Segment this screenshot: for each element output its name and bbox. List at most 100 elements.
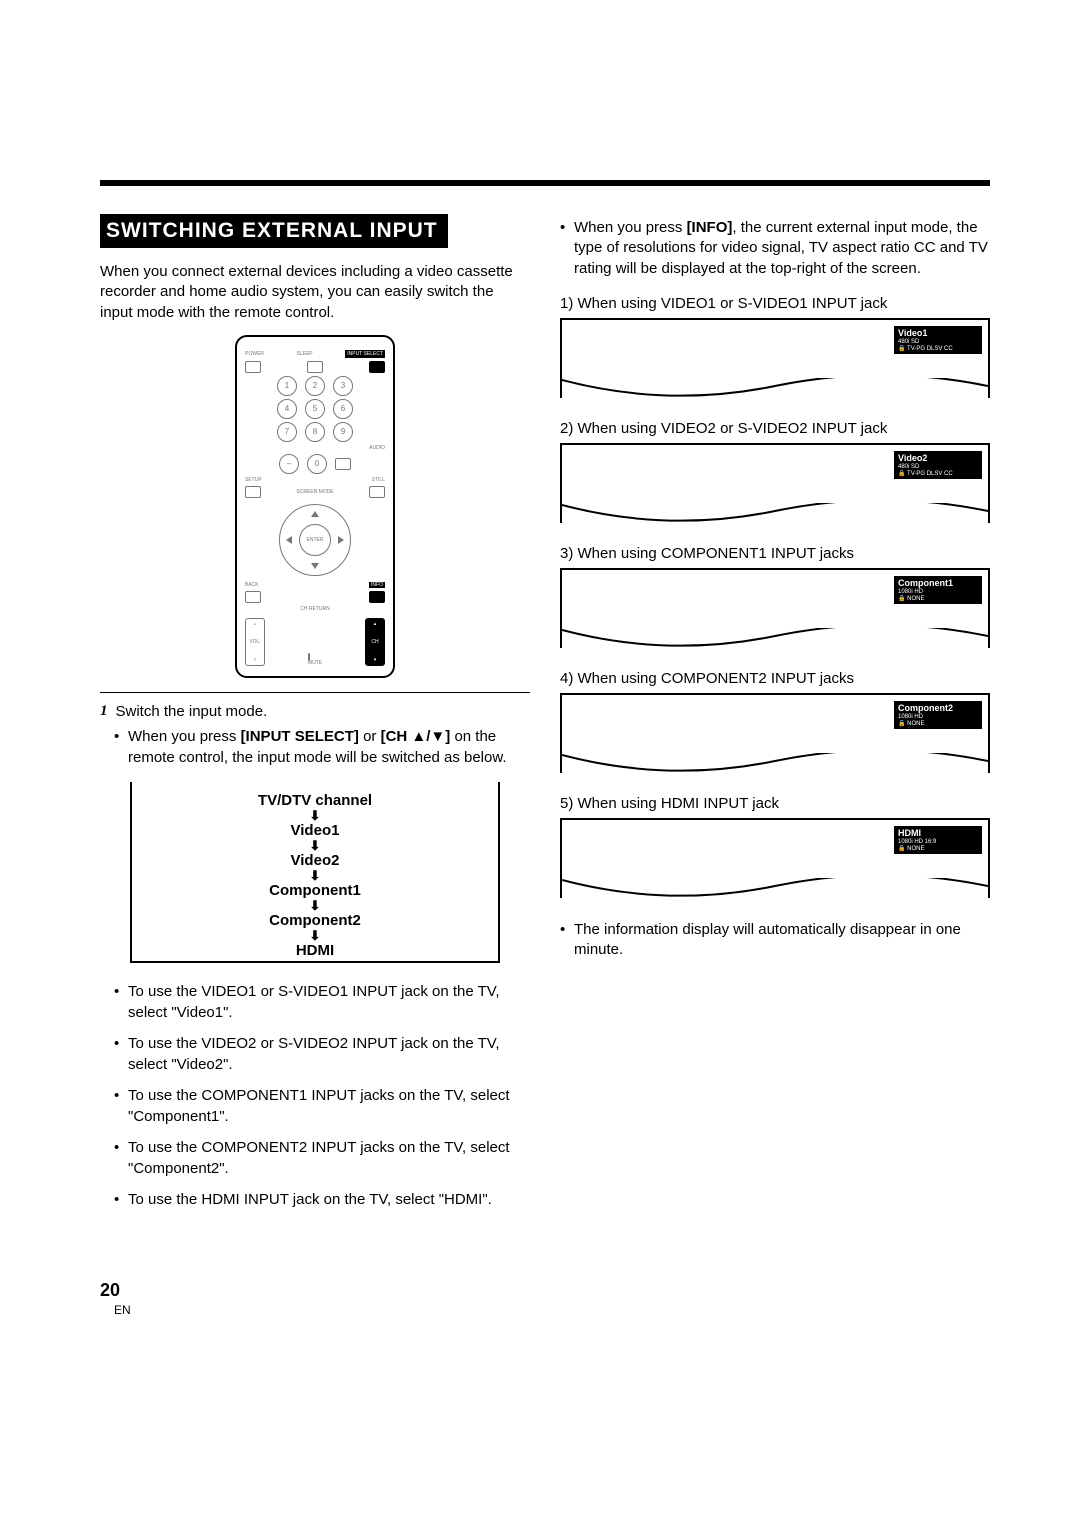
auto-disappear-note: The information display will automatical…	[560, 920, 990, 961]
osd-overlay: Video2 480i SD 🔒 TV-PG DLSV CC	[894, 451, 982, 479]
osd-title: Component2	[898, 703, 978, 713]
volume-rocker-icon: ▵VOL.▿	[245, 618, 265, 666]
dpad-down-icon	[311, 563, 319, 569]
down-arrow-icon: ⬇	[132, 929, 498, 942]
osd-line2: 🔒 TV-PG DLSV CC	[898, 470, 978, 477]
enter-button-icon: ENTER	[299, 524, 331, 556]
osd-line2: 🔒 NONE	[898, 720, 978, 727]
wave-cut-icon	[562, 503, 988, 525]
digit-9-icon: 9	[333, 422, 353, 442]
dpad-icon: ENTER	[279, 504, 351, 576]
case-label: 1) When using VIDEO1 or S-VIDEO1 INPUT j…	[560, 295, 990, 312]
right-column: When you press [INFO], the current exter…	[560, 214, 990, 1220]
step-1: 1 Switch the input mode.	[100, 703, 530, 720]
power-label: POWER	[245, 351, 264, 357]
manual-page: SWITCHING EXTERNAL INPUT When you connec…	[0, 0, 1080, 1377]
screen-preview: Video1 480i SD 🔒 TV-PG DLSV CC	[560, 318, 990, 398]
screen-preview: Video2 480i SD 🔒 TV-PG DLSV CC	[560, 443, 990, 523]
wave-cut-icon	[562, 378, 988, 400]
osd-overlay: Component2 1080i HD 🔒 NONE	[894, 701, 982, 729]
wave-cut-icon	[562, 628, 988, 650]
usage-bullet: To use the COMPONENT2 INPUT jacks on the…	[114, 1137, 530, 1179]
case-label: 3) When using COMPONENT1 INPUT jacks	[560, 545, 990, 562]
input-select-label: INPUT SELECT	[345, 350, 385, 358]
usage-bullet: To use the VIDEO1 or S-VIDEO1 INPUT jack…	[114, 981, 530, 1023]
digit-6-icon: 6	[333, 399, 353, 419]
power-button-icon	[245, 361, 261, 373]
intro-text: When you connect external devices includ…	[100, 262, 530, 323]
info-instruction: When you press [INFO], the current exter…	[560, 218, 990, 279]
usage-bullet: To use the HDMI INPUT jack on the TV, se…	[114, 1189, 530, 1210]
osd-overlay: Component1 1080i HD 🔒 NONE	[894, 576, 982, 604]
section-title: SWITCHING EXTERNAL INPUT	[100, 214, 448, 248]
dpad-up-icon	[311, 511, 319, 517]
osd-title: Video1	[898, 328, 978, 338]
note-text: The information display will automatical…	[560, 920, 990, 961]
info-button-icon	[369, 591, 385, 603]
page-footer: 20 EN	[100, 1280, 990, 1317]
still-label: STILL	[372, 477, 385, 483]
input-mode-flowchart: TV/DTV channel ⬇ Video1 ⬇ Video2 ⬇ Compo…	[130, 782, 500, 963]
osd-title: Video2	[898, 453, 978, 463]
page-number: 20	[100, 1280, 120, 1300]
step-number: 1	[100, 703, 108, 720]
info-label: INFO	[369, 582, 385, 588]
down-arrow-icon: ⬇	[132, 839, 498, 852]
left-column: SWITCHING EXTERNAL INPUT When you connec…	[100, 214, 530, 1220]
top-rule	[100, 180, 990, 186]
digit-4-icon: 4	[277, 399, 297, 419]
osd-line2: 🔒 TV-PG DLSV CC	[898, 345, 978, 352]
osd-line2: 🔒 NONE	[898, 595, 978, 602]
dpad-right-icon	[338, 536, 344, 544]
setup-button-icon	[245, 486, 261, 498]
wave-cut-icon	[562, 878, 988, 900]
info-bullet: When you press [INFO], the current exter…	[560, 218, 990, 279]
flow-node: Component2	[132, 912, 498, 929]
screen-preview: HDMI 1080i HD 16:9 🔒 NONE	[560, 818, 990, 898]
screen-preview: Component2 1080i HD 🔒 NONE	[560, 693, 990, 773]
input-select-instruction: When you press [INPUT SELECT] or [CH ▲/▼…	[114, 726, 530, 768]
usage-bullet: To use the VIDEO2 or S-VIDEO2 INPUT jack…	[114, 1033, 530, 1075]
channel-rocker-icon: ▴CH▾	[365, 618, 385, 666]
step-text: Switch the input mode.	[116, 703, 268, 720]
flow-node: HDMI	[132, 942, 498, 959]
digit-8-icon: 8	[305, 422, 325, 442]
digit-5-icon: 5	[305, 399, 325, 419]
sleep-button-icon	[307, 361, 323, 373]
usage-bullet: To use the COMPONENT1 INPUT jacks on the…	[114, 1085, 530, 1127]
dash-icon: –	[279, 454, 299, 474]
down-arrow-icon: ⬇	[132, 809, 498, 822]
flow-node: Component1	[132, 882, 498, 899]
screen-mode-button-icon	[369, 486, 385, 498]
digit-0-icon: 0	[307, 454, 327, 474]
remote-illustration: POWER SLEEP INPUT SELECT 123 456 789 AUD…	[100, 335, 530, 678]
step-1-detail: When you press [INPUT SELECT] or [CH ▲/▼…	[114, 726, 530, 768]
osd-title: Component1	[898, 578, 978, 588]
flow-node: Video1	[132, 822, 498, 839]
osd-overlay: HDMI 1080i HD 16:9 🔒 NONE	[894, 826, 982, 854]
sleep-label: SLEEP	[297, 351, 313, 357]
remote-body: POWER SLEEP INPUT SELECT 123 456 789 AUD…	[235, 335, 395, 678]
input-select-button-icon	[369, 361, 385, 373]
audio-button-icon	[335, 458, 351, 470]
digit-1-icon: 1	[277, 376, 297, 396]
down-arrow-icon: ⬇	[132, 899, 498, 912]
page-language: EN	[114, 1303, 131, 1317]
ch-return-label: CH RETURN	[245, 606, 385, 612]
osd-overlay: Video1 480i SD 🔒 TV-PG DLSV CC	[894, 326, 982, 354]
osd-title: HDMI	[898, 828, 978, 838]
usage-bullet-list: To use the VIDEO1 or S-VIDEO1 INPUT jack…	[114, 981, 530, 1210]
two-column-layout: SWITCHING EXTERNAL INPUT When you connec…	[100, 214, 990, 1220]
divider	[100, 692, 530, 693]
screen-mode-label: SCREEN MODE	[296, 489, 333, 495]
digit-7-icon: 7	[277, 422, 297, 442]
digit-3-icon: 3	[333, 376, 353, 396]
wave-cut-icon	[562, 753, 988, 775]
osd-line2: 🔒 NONE	[898, 845, 978, 852]
flow-node: TV/DTV channel	[132, 792, 498, 809]
case-label: 4) When using COMPONENT2 INPUT jacks	[560, 670, 990, 687]
back-label: BACK	[245, 582, 259, 588]
flow-node: Video2	[132, 852, 498, 869]
mute-label: MUTE	[308, 660, 322, 666]
screen-preview: Component1 1080i HD 🔒 NONE	[560, 568, 990, 648]
